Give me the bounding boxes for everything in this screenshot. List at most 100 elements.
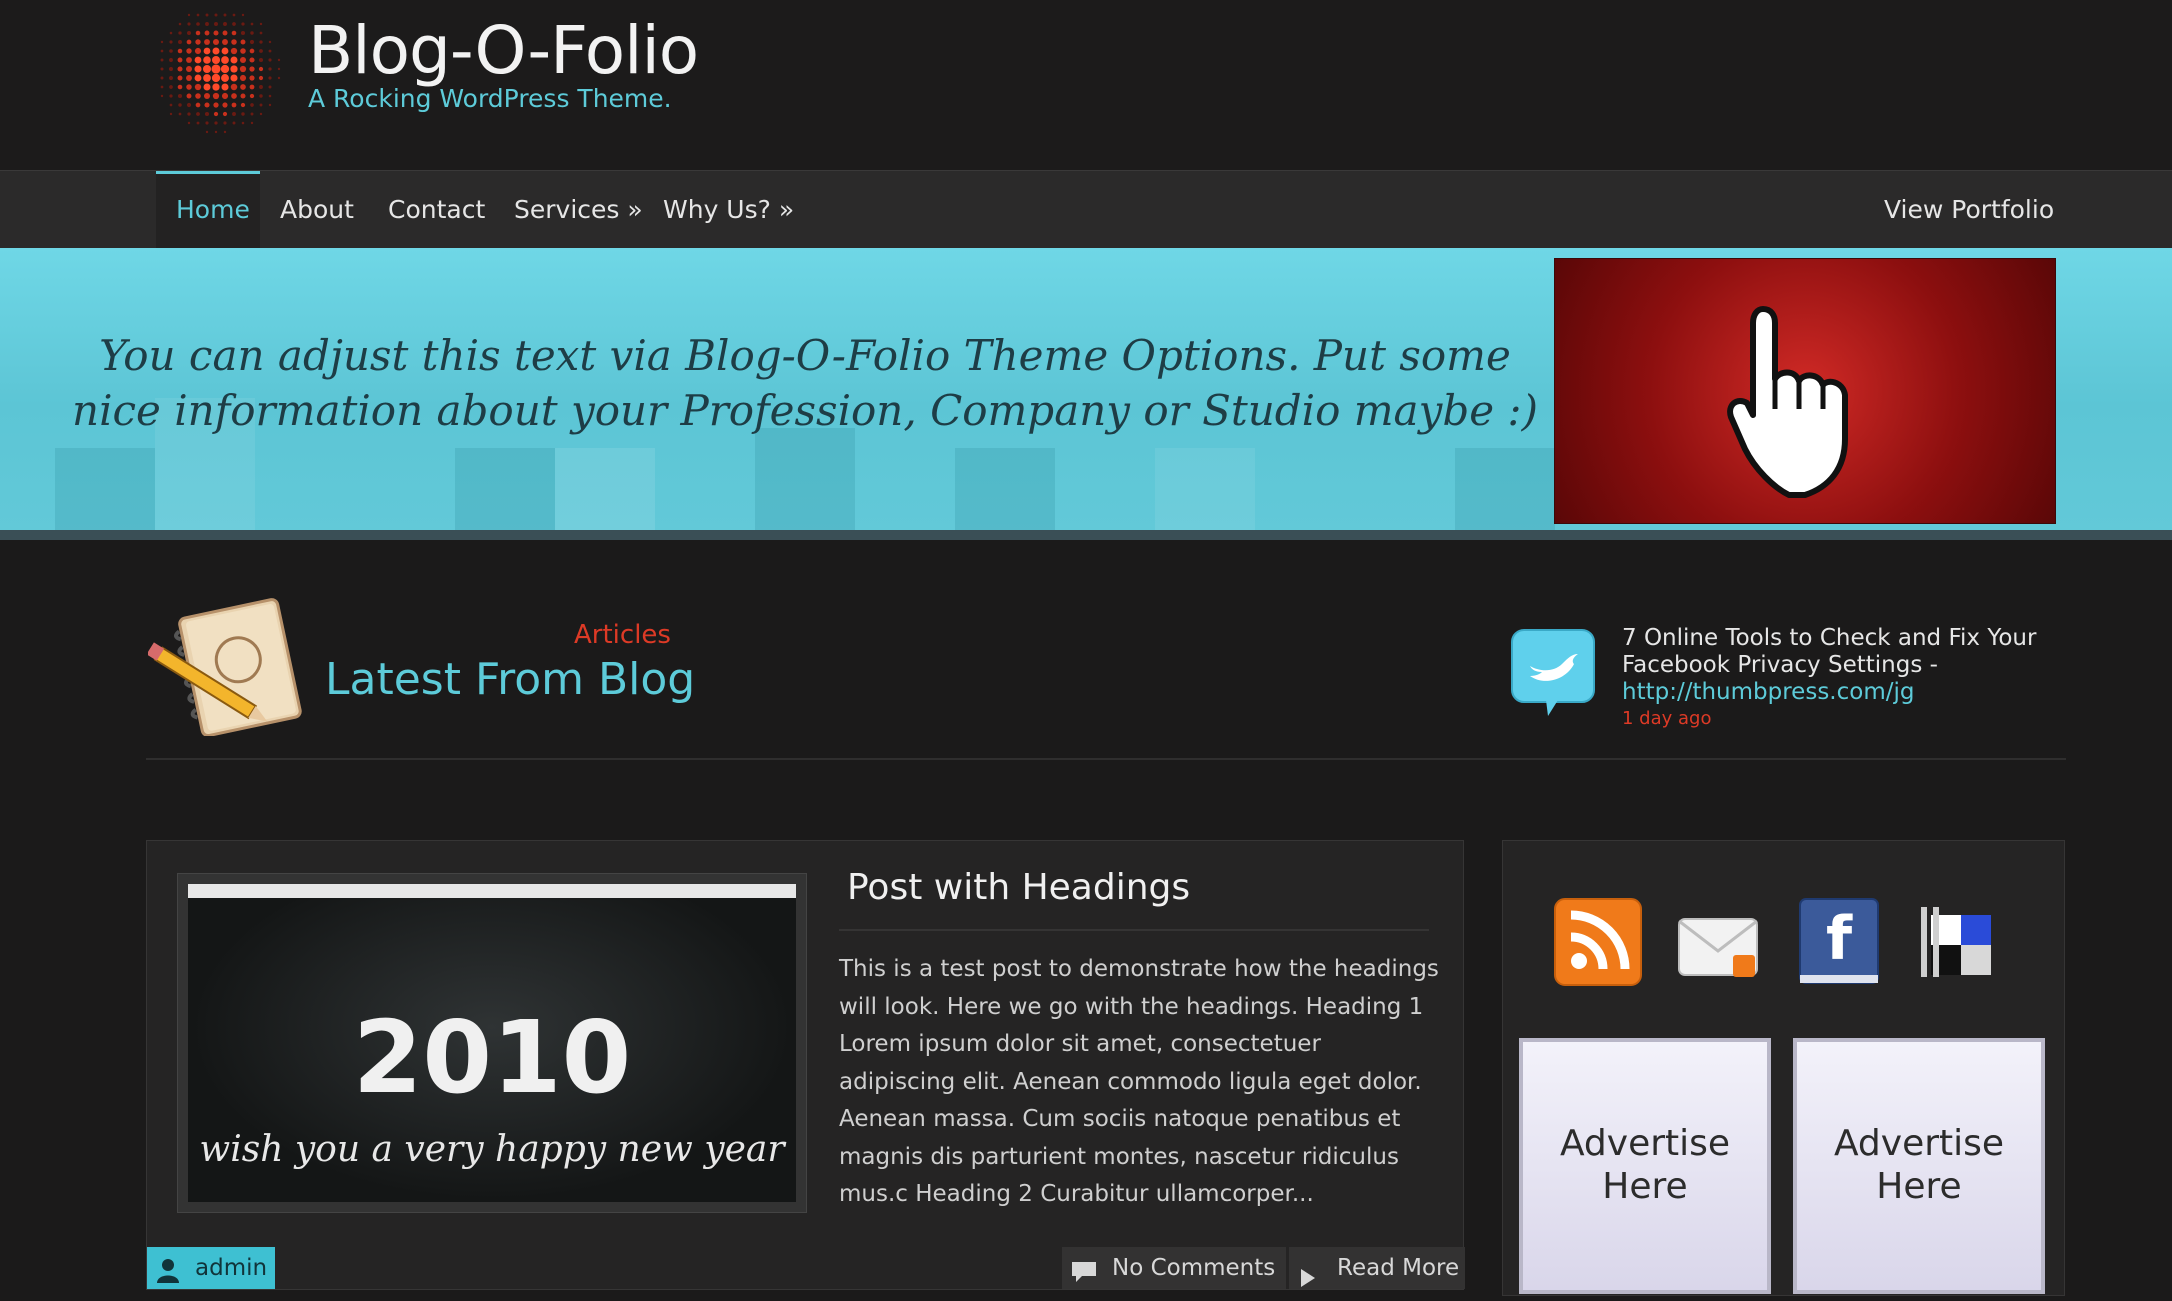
thumbnail-wish: wish you a very happy new year <box>199 1129 785 1170</box>
logo-dot <box>160 94 164 98</box>
logo-dot <box>195 39 201 45</box>
logo-dot <box>223 13 227 17</box>
hero-decor-block <box>55 448 155 533</box>
logo-dot <box>177 84 183 90</box>
advertise-slot-1[interactable]: Advertise Here <box>1519 1038 1771 1294</box>
logo-dot <box>268 76 272 80</box>
site-tagline: A Rocking WordPress Theme. <box>308 84 672 113</box>
main-navigation: Home About Contact Services » Why Us? » … <box>0 170 2172 250</box>
section-divider <box>146 758 2066 760</box>
logo-dot <box>259 103 263 107</box>
logo-dot <box>169 85 173 89</box>
post-author[interactable]: admin <box>147 1247 275 1289</box>
twitter-bird-icon[interactable] <box>1510 628 1596 718</box>
logo-dot <box>249 84 255 90</box>
post-title[interactable]: Post with Headings <box>847 867 1190 908</box>
logo-dot <box>221 47 229 55</box>
logo-dot <box>241 121 245 125</box>
logo-dot <box>232 22 236 26</box>
facebook-icon[interactable]: f <box>1796 897 1886 987</box>
advertise-label: Advertise Here <box>1559 1123 1731 1207</box>
logo-dot <box>268 94 272 98</box>
logo-dot <box>211 55 221 65</box>
logo-dot <box>195 93 201 99</box>
post-thumbnail-frame[interactable]: 2010 wish you a very happy new year <box>177 873 807 1213</box>
section-title: Latest From Blog <box>325 654 696 705</box>
comments-link[interactable]: No Comments <box>1062 1247 1286 1289</box>
logo-dot <box>169 112 173 116</box>
logo-dot <box>223 22 227 26</box>
logo-dot <box>214 130 218 134</box>
logo-dot <box>204 30 210 36</box>
logo-dot <box>223 130 227 134</box>
tweet-text: 7 Online Tools to Check and Fix Your Fac… <box>1622 625 2037 678</box>
nav-item-about[interactable]: About <box>260 171 374 249</box>
hero-decor-block <box>1155 448 1255 533</box>
logo-dot <box>178 22 182 26</box>
logo-dot <box>230 65 238 73</box>
logo-dot <box>194 56 202 64</box>
logo-dot <box>169 94 173 98</box>
logo-dot <box>222 39 228 45</box>
logo-dot <box>230 74 238 82</box>
logo-dot <box>221 56 229 64</box>
logo-dot <box>250 121 254 125</box>
logo-dot <box>239 74 247 82</box>
logo-dot <box>213 21 219 27</box>
logo-dot <box>222 30 228 36</box>
logo-dot <box>240 102 246 108</box>
logo-dot <box>169 49 173 53</box>
logo-dot <box>160 40 164 44</box>
author-name: admin <box>195 1255 268 1281</box>
nav-item-services[interactable]: Services » <box>494 171 663 249</box>
sidebar-widget: f Advertise Here Advertise Here <box>1502 840 2065 1296</box>
nav-item-home[interactable]: Home <box>156 171 260 249</box>
tweet-timestamp: 1 day ago <box>1622 708 1712 729</box>
email-subscribe-icon[interactable] <box>1673 897 1763 987</box>
logo-dot <box>249 66 255 72</box>
logo-dot <box>212 92 220 100</box>
logo-dot <box>213 30 219 36</box>
logo-dot <box>223 121 227 125</box>
logo-dot <box>250 31 254 35</box>
nav-item-contact[interactable]: Contact <box>368 171 505 249</box>
logo-dot <box>221 83 229 91</box>
read-more-link[interactable]: Read More <box>1289 1247 1465 1289</box>
svg-text:f: f <box>1826 904 1853 974</box>
logo-dot <box>232 121 236 125</box>
delicious-icon[interactable] <box>1921 897 2011 987</box>
post-thumbnail[interactable]: 2010 wish you a very happy new year <box>188 884 796 1202</box>
logo-dot <box>268 58 272 62</box>
logo-dot <box>168 66 174 72</box>
logo-dot <box>194 47 202 55</box>
logo-dot <box>160 49 164 53</box>
logo-dot <box>196 13 200 17</box>
logo-dot <box>249 93 255 99</box>
logo-dot <box>268 49 272 53</box>
logo-dot <box>239 56 247 64</box>
logo-dot <box>202 64 212 74</box>
view-portfolio-link[interactable]: View Portfolio <box>1864 171 2074 249</box>
logo-dot <box>178 40 182 44</box>
hero-image[interactable] <box>1554 258 2056 524</box>
advertise-slot-2[interactable]: Advertise Here <box>1793 1038 2045 1294</box>
logo-dot <box>185 65 193 73</box>
logo-dot <box>249 75 255 81</box>
tweet-link[interactable]: http://thumbpress.com/jg <box>1622 679 1914 705</box>
nav-item-why-us[interactable]: Why Us? » <box>643 171 814 249</box>
hero-decor-block <box>955 448 1055 533</box>
logo-dot <box>204 111 210 117</box>
user-icon <box>155 1255 181 1283</box>
logo-dot <box>258 57 264 63</box>
logo-dot <box>221 92 229 100</box>
logo-dot <box>250 112 254 116</box>
thumbnail-torn-edge <box>188 884 796 898</box>
logo-icon[interactable] <box>145 0 290 142</box>
site-title[interactable]: Blog-O-Folio <box>308 12 699 89</box>
rss-icon[interactable] <box>1553 897 1643 987</box>
logo-dot <box>241 112 245 116</box>
logo-dot <box>186 48 192 54</box>
logo-dot <box>194 65 202 73</box>
logo-dot <box>214 13 218 17</box>
logo-dot <box>230 83 238 91</box>
